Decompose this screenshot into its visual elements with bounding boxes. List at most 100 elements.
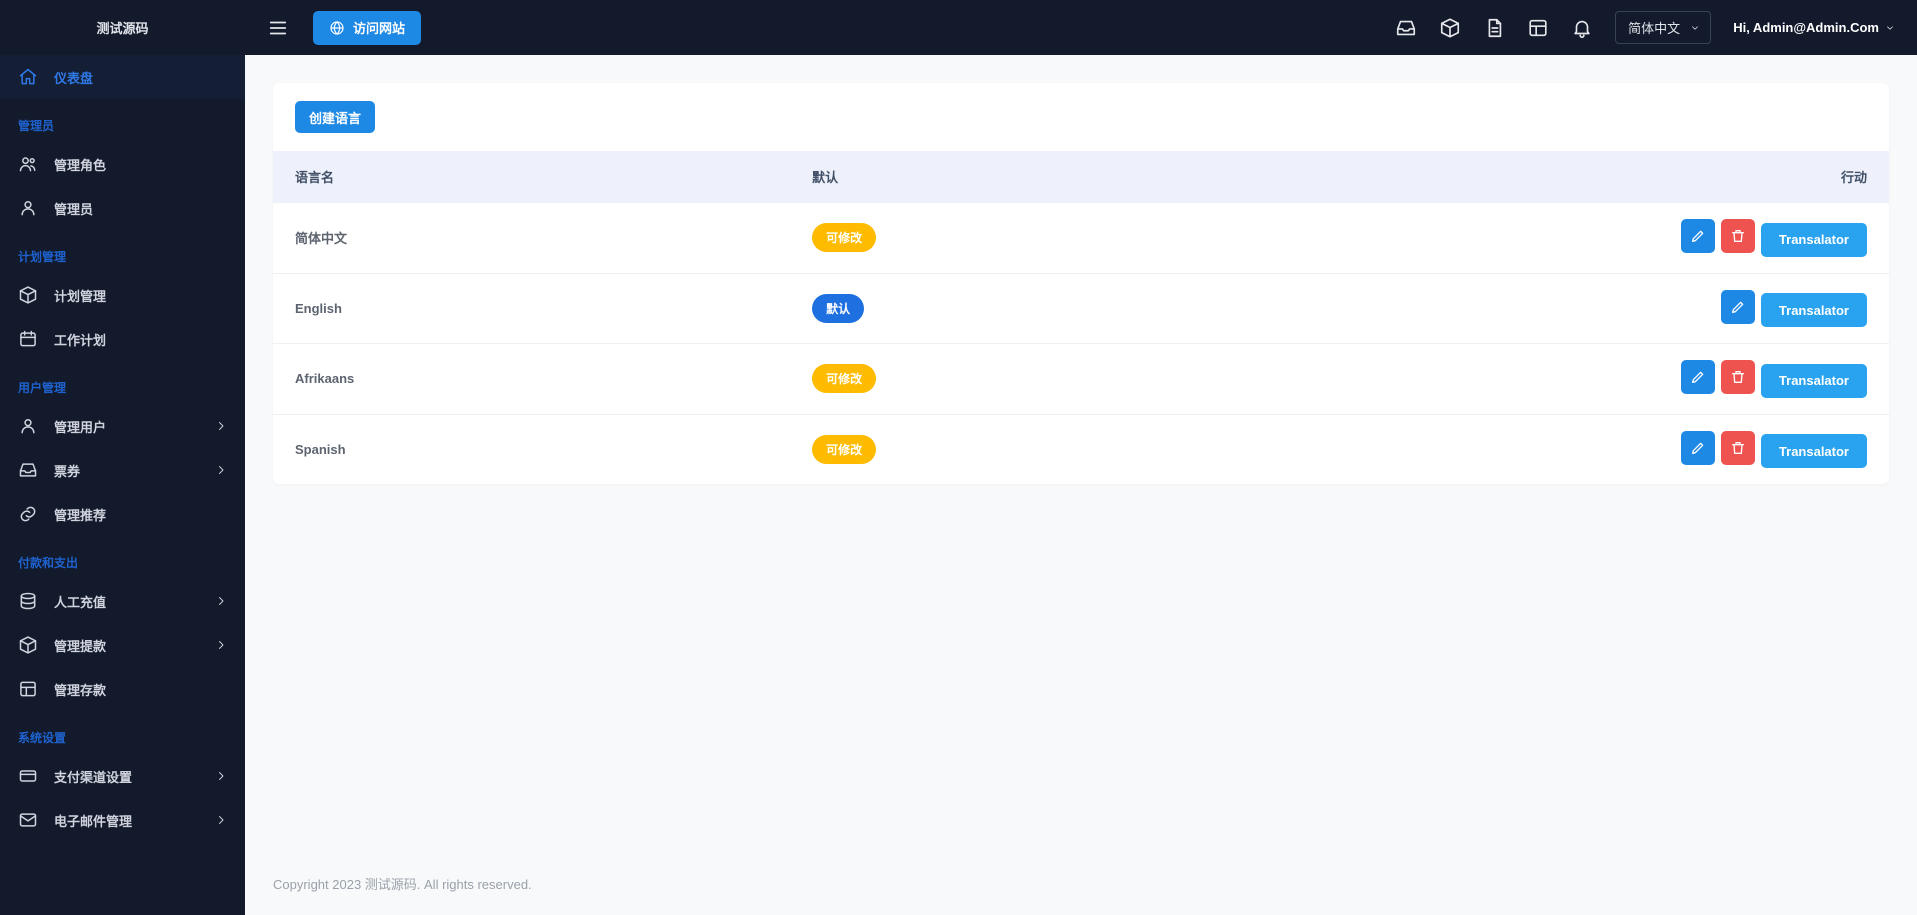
cube-icon [18, 635, 38, 655]
sidebar-item-label: 管理存款 [54, 680, 106, 699]
brand-title: 测试源码 [0, 0, 245, 55]
sidebar-item-manage-users[interactable]: 管理用户 [0, 404, 245, 448]
badge-default[interactable]: 默认 [812, 294, 864, 323]
sidebar-item-referrals[interactable]: 管理推荐 [0, 492, 245, 536]
inbox-icon [18, 460, 38, 480]
translator-button[interactable]: Transalator [1761, 293, 1867, 327]
chevron-right-icon [215, 464, 227, 476]
sidebar-item-label: 人工充值 [54, 592, 106, 611]
pencil-icon [1690, 440, 1706, 456]
card-icon [18, 766, 38, 786]
card-header: 创建语言 [273, 83, 1889, 151]
sidebar-item-deposits[interactable]: 管理存款 [0, 667, 245, 711]
caret-down-icon [1885, 23, 1895, 33]
language-selected: 简体中文 [1628, 18, 1680, 37]
sidebar-item-email-manage[interactable]: 电子邮件管理 [0, 798, 245, 842]
pencil-icon [1730, 299, 1746, 315]
languages-table: 语言名 默认 行动 简体中文可修改TransalatorEnglish默认Tra… [273, 151, 1889, 484]
column-default: 默认 [790, 151, 1275, 203]
create-language-button[interactable]: 创建语言 [295, 101, 375, 133]
table-row: English 默认 Transalator [273, 273, 1889, 344]
edit-button[interactable] [1681, 219, 1715, 253]
topbar: 访问网站 简体中文 Hi, Admin@Admin.Com [245, 0, 1917, 55]
visit-site-button[interactable]: 访问网站 [313, 11, 421, 45]
trash-icon [1730, 369, 1746, 385]
delete-button[interactable] [1721, 431, 1755, 465]
translator-button[interactable]: Transalator [1761, 223, 1867, 257]
edit-button[interactable] [1721, 290, 1755, 324]
badge-modifiable[interactable]: 可修改 [812, 364, 876, 393]
database-icon [18, 591, 38, 611]
sidebar-item-label: 管理提款 [54, 636, 106, 655]
table-row: Spanish 可修改 Transalator [273, 414, 1889, 484]
cell-name: Spanish [273, 414, 790, 484]
topbar-right: 简体中文 Hi, Admin@Admin.Com [1395, 11, 1895, 44]
cell-name: 简体中文 [273, 203, 790, 274]
delete-button[interactable] [1721, 360, 1755, 394]
sidebar-item-admins[interactable]: 管理员 [0, 186, 245, 230]
sidebar-item-withdrawals[interactable]: 管理提款 [0, 623, 245, 667]
cell-actions: Transalator [1275, 344, 1889, 415]
sidebar-item-topup[interactable]: 人工充值 [0, 579, 245, 623]
cell-actions: Transalator [1275, 203, 1889, 274]
cell-name: English [273, 273, 790, 344]
globe-icon [329, 20, 345, 36]
sidebar: 测试源码 仪表盘 管理员 管理角色 管理员 计划管理 计划管理 工作计划 用户管… [0, 0, 245, 915]
user-menu-button[interactable]: Hi, Admin@Admin.Com [1733, 20, 1895, 35]
chevron-right-icon [215, 814, 227, 826]
main-content: 创建语言 语言名 默认 行动 简体中文可修改TransalatorEnglish… [245, 55, 1917, 915]
sidebar-item-label: 仪表盘 [54, 68, 93, 87]
user-icon [18, 416, 38, 436]
greeting-label: Hi, Admin@Admin.Com [1733, 20, 1879, 35]
table-row: 简体中文可修改 Transalator [273, 203, 1889, 274]
topbar-layout-button[interactable] [1527, 17, 1549, 39]
link-icon [18, 504, 38, 524]
menu-toggle-button[interactable] [261, 11, 295, 45]
topbar-document-button[interactable] [1483, 17, 1505, 39]
sidebar-item-tickets[interactable]: 票券 [0, 448, 245, 492]
sidebar-item-label: 管理员 [54, 199, 93, 218]
users-icon [18, 154, 38, 174]
user-icon [18, 198, 38, 218]
sidebar-item-roles[interactable]: 管理角色 [0, 142, 245, 186]
sidebar-item-label: 工作计划 [54, 330, 106, 349]
topbar-cube-button[interactable] [1439, 17, 1461, 39]
translator-button[interactable]: Transalator [1761, 364, 1867, 398]
sidebar-item-work-plan[interactable]: 工作计划 [0, 317, 245, 361]
home-icon [18, 67, 38, 87]
caret-down-icon [1690, 23, 1700, 33]
sidebar-item-label: 计划管理 [54, 286, 106, 305]
cell-name: Afrikaans [273, 344, 790, 415]
column-action: 行动 [1275, 151, 1889, 203]
sidebar-group-admin: 管理员 [0, 99, 245, 142]
edit-button[interactable] [1681, 360, 1715, 394]
cell-default: 默认 [790, 273, 1275, 344]
cell-default: 可修改 [790, 344, 1275, 415]
sidebar-item-label: 支付渠道设置 [54, 767, 132, 786]
mail-icon [18, 810, 38, 830]
chevron-right-icon [215, 420, 227, 432]
create-language-label: 创建语言 [309, 108, 361, 127]
sidebar-item-label: 票券 [54, 461, 80, 480]
badge-modifiable[interactable]: 可修改 [812, 223, 876, 252]
sidebar-item-plans[interactable]: 计划管理 [0, 273, 245, 317]
edit-button[interactable] [1681, 431, 1715, 465]
topbar-bell-button[interactable] [1571, 17, 1593, 39]
sidebar-group-settings: 系统设置 [0, 711, 245, 754]
pencil-icon [1690, 228, 1706, 244]
sidebar-item-dashboard[interactable]: 仪表盘 [0, 55, 245, 99]
delete-button[interactable] [1721, 219, 1755, 253]
sidebar-item-payment-channels[interactable]: 支付渠道设置 [0, 754, 245, 798]
chevron-right-icon [215, 595, 227, 607]
topbar-inbox-button[interactable] [1395, 17, 1417, 39]
badge-modifiable[interactable]: 可修改 [812, 435, 876, 464]
chevron-right-icon [215, 770, 227, 782]
footer-text: Copyright 2023 测试源码. All rights reserved… [245, 852, 1917, 915]
language-select[interactable]: 简体中文 [1615, 11, 1711, 44]
sidebar-group-users: 用户管理 [0, 361, 245, 404]
cell-default: 可修改 [790, 414, 1275, 484]
trash-icon [1730, 440, 1746, 456]
visit-site-label: 访问网站 [353, 18, 405, 37]
languages-card: 创建语言 语言名 默认 行动 简体中文可修改TransalatorEnglish… [273, 83, 1889, 484]
translator-button[interactable]: Transalator [1761, 434, 1867, 468]
